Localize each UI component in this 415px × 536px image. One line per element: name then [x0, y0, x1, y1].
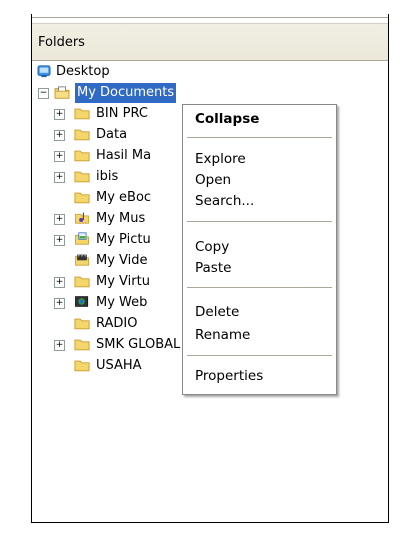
tree-item-label: Hasil Ma — [96, 148, 152, 163]
expand-toggle[interactable]: + — [54, 151, 65, 162]
menu-separator — [187, 221, 332, 222]
menu-separator — [187, 355, 332, 356]
menu-item-search[interactable]: Search... — [183, 190, 336, 212]
tree-item-label: USAHA — [96, 358, 142, 373]
tree-item-label: RADIO — [96, 316, 138, 331]
tree-item-label: My Documents — [75, 83, 177, 103]
expand-toggle[interactable]: + — [54, 214, 65, 225]
expand-toggle[interactable]: + — [54, 235, 65, 246]
tree-item-label: My Virtu — [96, 274, 150, 289]
menu-item-label: Collapse — [195, 111, 260, 127]
collapse-toggle[interactable]: − — [38, 88, 49, 99]
tree-item-label: Desktop — [56, 64, 110, 79]
tree-item-label: My Mus — [96, 211, 146, 226]
menu-item-paste[interactable]: Paste — [183, 257, 336, 279]
expand-toggle[interactable]: + — [54, 298, 65, 309]
folder-icon — [74, 129, 90, 141]
menu-item-explore[interactable]: Explore — [183, 148, 336, 170]
documents-folder-icon — [54, 86, 70, 99]
menu-item-label: Open — [195, 172, 232, 188]
tree-item-label: Data — [96, 127, 128, 142]
menu-item-label: Paste — [195, 260, 232, 276]
desktop-icon — [37, 65, 51, 78]
music-folder-icon — [75, 212, 89, 224]
folder-icon — [74, 339, 90, 351]
menu-item-open[interactable]: Open — [183, 169, 336, 191]
expand-toggle[interactable]: + — [54, 130, 65, 141]
video-folder-icon — [75, 254, 89, 266]
folder-icon — [74, 276, 90, 288]
tree-item-label: BIN PRC — [96, 106, 148, 121]
expand-toggle[interactable]: + — [54, 340, 65, 351]
folder-icon — [74, 171, 90, 183]
folders-header-label: Folders — [38, 35, 85, 50]
tree-item-label: ibis — [96, 169, 119, 184]
folder-icon — [74, 360, 90, 372]
tree-item-label: SMK GLOBAL — [96, 337, 181, 352]
context-menu: Collapse Explore Open Search... Copy Pas… — [182, 104, 337, 395]
menu-item-label: Rename — [195, 327, 251, 343]
folders-header: Folders — [32, 24, 388, 61]
expand-toggle[interactable]: + — [54, 277, 65, 288]
tree-item-label: My Web — [96, 295, 148, 310]
menu-separator — [187, 137, 332, 138]
expand-toggle[interactable]: + — [54, 172, 65, 183]
top-strip — [32, 14, 388, 24]
folder-icon — [74, 150, 90, 162]
expand-toggle[interactable]: + — [54, 109, 65, 120]
menu-item-label: Search... — [195, 193, 255, 209]
top-strip-line — [32, 17, 388, 18]
folder-icon — [74, 192, 90, 204]
menu-item-label: Properties — [195, 368, 264, 384]
menu-item-label: Explore — [195, 151, 246, 167]
tree-item-label: My Pictu — [96, 232, 151, 247]
menu-item-copy[interactable]: Copy — [183, 236, 336, 258]
tree-item-label: My eBoc — [96, 190, 152, 205]
pictures-folder-icon — [75, 232, 89, 245]
web-folder-icon — [75, 296, 89, 307]
folder-icon — [74, 318, 90, 330]
menu-separator — [187, 287, 332, 288]
menu-item-label: Copy — [195, 239, 230, 255]
menu-item-collapse[interactable]: Collapse — [183, 108, 336, 130]
menu-item-label: Delete — [195, 304, 240, 320]
menu-item-properties[interactable]: Properties — [183, 365, 336, 387]
tree-item-label: My Vide — [96, 253, 148, 268]
menu-item-rename[interactable]: Rename — [183, 324, 336, 346]
folder-icon — [74, 108, 90, 120]
menu-item-delete[interactable]: Delete — [183, 301, 336, 323]
